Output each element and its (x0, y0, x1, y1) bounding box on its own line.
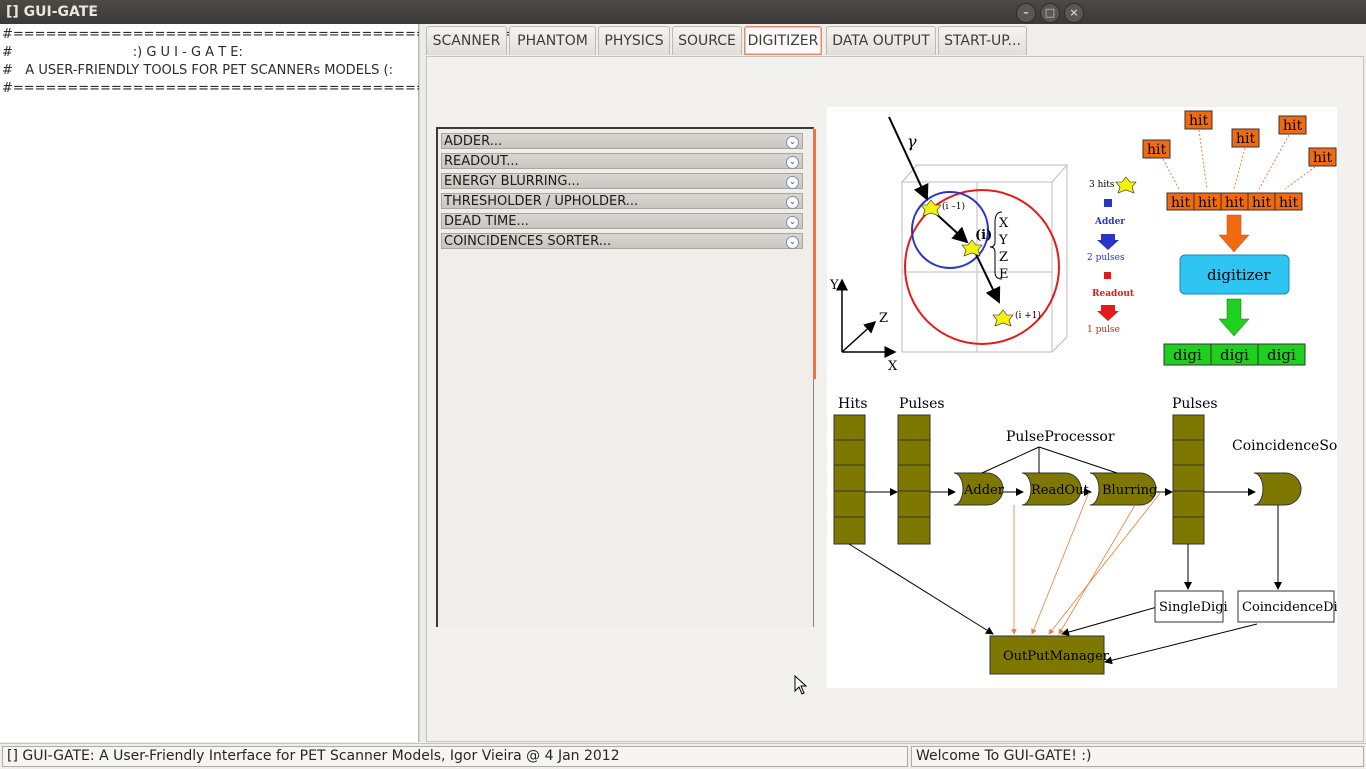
svg-text:Y: Y (998, 233, 1008, 248)
toolbox-item-label: READOUT... (444, 154, 519, 169)
svg-text:Z: Z (999, 250, 1008, 265)
window-title: [] GUI-GATE (6, 4, 98, 20)
svg-text:Blurring: Blurring (1102, 483, 1157, 498)
chevron-down-icon[interactable]: ⌄ (786, 136, 799, 149)
svg-text:2 pulses: 2 pulses (1087, 253, 1125, 263)
interaction-label: (i) (975, 228, 992, 243)
toolbox-item-dead-time[interactable]: DEAD TIME... ⌄ (441, 213, 803, 229)
tab-source[interactable]: SOURCE (672, 26, 742, 55)
interaction-label: (i +1) (1015, 310, 1041, 321)
svg-text:Readout: Readout (1092, 289, 1135, 299)
svg-text:hit: hit (1225, 195, 1244, 211)
svg-text:hit: hit (1171, 195, 1190, 211)
svg-text:Pulses: Pulses (1172, 396, 1218, 412)
svg-text:hit: hit (1283, 118, 1302, 134)
chevron-down-icon[interactable]: ⌄ (786, 176, 799, 189)
svg-text:digitizer: digitizer (1207, 266, 1271, 284)
svg-text:PulseProcessor: PulseProcessor (1006, 429, 1115, 445)
tab-phantom[interactable]: PHANTOM (509, 26, 596, 55)
tab-data-output[interactable]: DATA OUTPUT (826, 26, 936, 55)
tab-physics[interactable]: PHYSICS (598, 26, 670, 55)
mouse-cursor-icon (794, 675, 808, 695)
svg-text:hit: hit (1279, 195, 1298, 211)
digi-row: digi digi digi (1163, 343, 1306, 366)
crystal-grid (901, 164, 1069, 353)
chevron-down-icon[interactable]: ⌄ (786, 216, 799, 229)
status-bar: [] GUI-GATE: A User-Friendly Interface f… (0, 743, 1366, 769)
toolbox-item-energy-blurring[interactable]: ENERGY BLURRING... ⌄ (441, 173, 803, 189)
toolbox-scroll-indicator (813, 129, 816, 379)
digitizer-toolbox: ADDER... ⌄ READOUT... ⌄ ENERGY BLURRING.… (436, 127, 816, 627)
minimize-icon[interactable]: – (1016, 3, 1036, 23)
hit-star-icon (992, 309, 1014, 327)
flow-chart: Hits Pulses Pulses PulseProcessor Coinci… (833, 396, 1365, 675)
svg-text:3 hits: 3 hits (1089, 180, 1115, 190)
svg-text:hit: hit (1252, 195, 1271, 211)
pane-splitter[interactable] (419, 24, 426, 742)
toolbox-item-coincidences-sorter[interactable]: COINCIDENCES SORTER... ⌄ (441, 233, 803, 249)
toolbox-item-label: COINCIDENCES SORTER... (444, 234, 612, 249)
svg-text:CoincidenceDigi: CoincidenceDigi (1242, 600, 1337, 615)
tab-digitizer[interactable]: DIGITIZER (744, 26, 822, 55)
svg-text:E: E (999, 267, 1009, 282)
toolbox-item-label: THRESHOLDER / UPHOLDER... (444, 194, 639, 209)
svg-text:hit: hit (1313, 150, 1332, 166)
axis-label-y: Y (829, 278, 839, 293)
svg-text:Adder: Adder (963, 483, 1005, 498)
chevron-down-icon[interactable]: ⌄ (786, 196, 799, 209)
toolbox-item-label: DEAD TIME... (444, 214, 529, 229)
toolbox-item-adder[interactable]: ADDER... ⌄ (441, 133, 803, 149)
maximize-icon[interactable]: □ (1040, 3, 1060, 23)
title-bar: [] GUI-GATE – □ × (0, 0, 1366, 24)
console-line: # :) G U I - G A T E: (2, 45, 243, 60)
svg-text:OutPutManager: OutPutManager (1003, 649, 1110, 664)
tab-scanner[interactable]: SCANNER (426, 26, 507, 55)
svg-text:Adder: Adder (1094, 217, 1125, 227)
digitizer-legend: 3 hits Adder 2 pulses Readout 1 pulse (1087, 176, 1137, 335)
svg-text:SingleDigi: SingleDigi (1159, 600, 1228, 615)
gamma-label: γ (907, 132, 917, 151)
toolbox-item-thresholder[interactable]: THRESHOLDER / UPHOLDER... ⌄ (441, 193, 803, 209)
status-message-left: [] GUI-GATE: A User-Friendly Interface f… (2, 746, 908, 767)
svg-text:hit: hit (1198, 195, 1217, 211)
svg-text:digi: digi (1267, 346, 1296, 364)
status-message-right: Welcome To GUI-GATE! :) (911, 746, 1364, 767)
svg-text:digi: digi (1173, 346, 1202, 364)
chevron-down-icon[interactable]: ⌄ (786, 156, 799, 169)
svg-text:ReadOut: ReadOut (1031, 483, 1090, 498)
tab-start-up[interactable]: START-UP... (938, 26, 1027, 55)
svg-text:X: X (999, 216, 1009, 231)
interaction-label: (i –1) (942, 201, 965, 212)
svg-text:Pulses: Pulses (899, 396, 945, 412)
svg-text:digi: digi (1220, 346, 1249, 364)
svg-text:Hits: Hits (838, 396, 868, 412)
axis-label-z: Z (879, 311, 888, 326)
hit-cluster: hit hit hit hit hit (1142, 110, 1337, 167)
svg-text:1 pulse: 1 pulse (1087, 325, 1120, 335)
svg-text:hit: hit (1147, 142, 1166, 158)
hit-row: hit hit hit hit hit (1166, 192, 1303, 211)
close-icon[interactable]: × (1064, 3, 1084, 23)
console-output[interactable]: #=======================================… (0, 24, 547, 742)
svg-text:CoincidenceSorter: CoincidenceSorter (1232, 438, 1337, 454)
digitizer-diagram: γ (i –1) (i) (i +1) X Y Z E Y X Z 3 hits… (827, 107, 1365, 688)
axis-label-x: X (888, 359, 898, 374)
hit-star-icon (1115, 176, 1137, 194)
toolbox-item-label: ENERGY BLURRING... (444, 174, 580, 189)
toolbox-item-label: ADDER... (444, 134, 503, 149)
chevron-down-icon[interactable]: ⌄ (786, 236, 799, 249)
svg-text:hit: hit (1236, 131, 1255, 147)
console-line: # A USER-FRIENDLY TOOLS FOR PET SCANNERs… (2, 63, 393, 78)
svg-text:hit: hit (1189, 113, 1208, 129)
toolbox-item-readout[interactable]: READOUT... ⌄ (441, 153, 803, 169)
